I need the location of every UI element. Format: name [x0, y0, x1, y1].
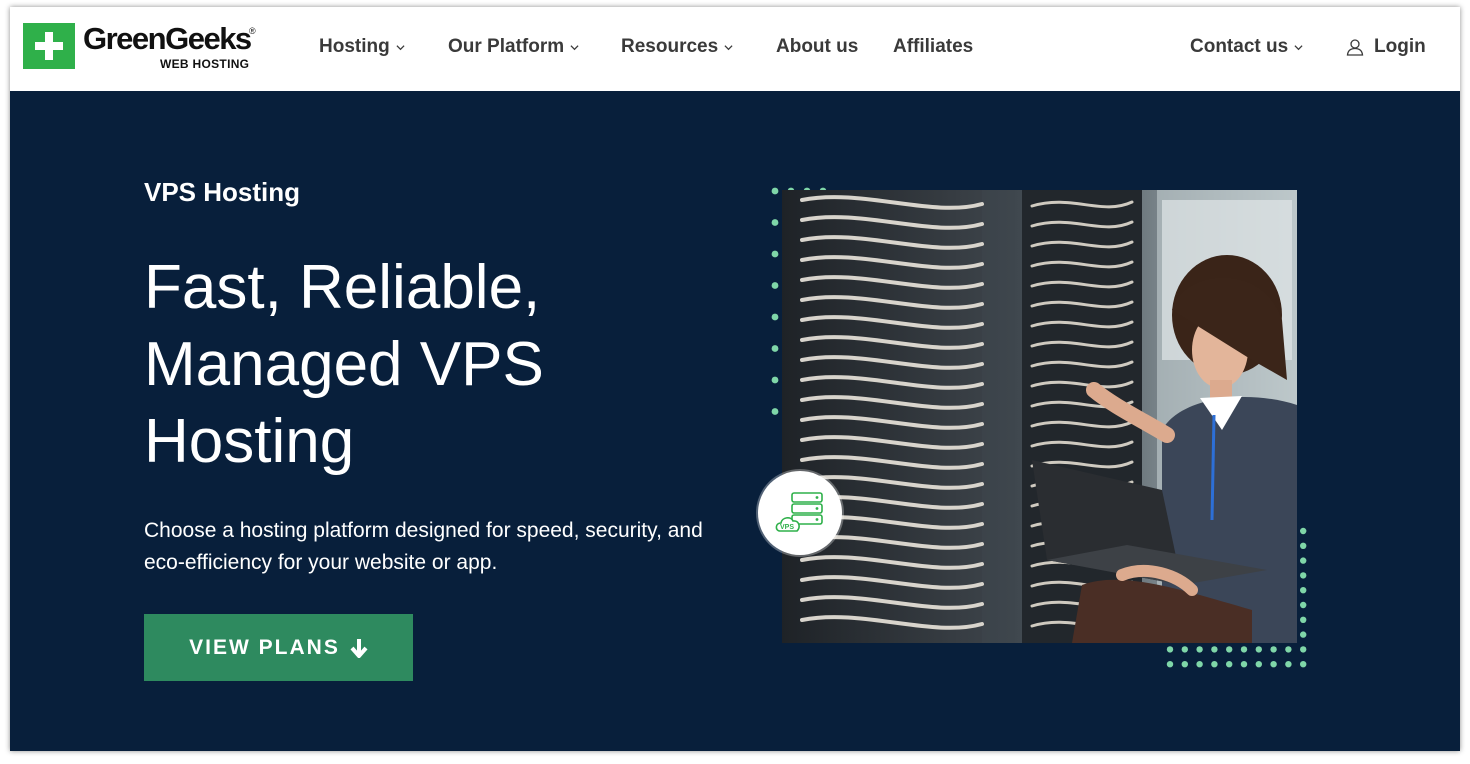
nav-resources-label: Resources: [621, 36, 719, 57]
view-plans-button[interactable]: VIEW PLANS: [144, 614, 413, 681]
nav-hosting[interactable]: Hosting: [319, 34, 405, 60]
nav-contact-label: Contact us: [1190, 36, 1289, 57]
chevron-down-icon: [396, 44, 405, 50]
nav-about-us[interactable]: About us: [776, 34, 858, 60]
vps-badge-label: VPS: [780, 524, 794, 531]
vps-badge: VPS: [758, 471, 842, 555]
chevron-down-icon: [1294, 44, 1303, 50]
nav-login[interactable]: Login: [1346, 34, 1426, 60]
nav-login-label: Login: [1374, 36, 1426, 57]
nav-about-label: About us: [776, 36, 859, 57]
nav-platform-label: Our Platform: [448, 36, 565, 57]
site-header: GreenGeeks ® WEB HOSTING Hosting Our Pla…: [10, 7, 1460, 91]
nav-our-platform[interactable]: Our Platform: [448, 34, 579, 60]
logo-registered-mark: ®: [249, 26, 256, 36]
hero-description: Choose a hosting platform designed for s…: [144, 519, 703, 574]
browser-frame: GreenGeeks ® WEB HOSTING Hosting Our Pla…: [10, 7, 1460, 751]
hero-headline: Fast, Reliable, Managed VPS Hosting: [144, 253, 544, 476]
user-icon: [1346, 39, 1364, 56]
chevron-down-icon: [724, 44, 733, 50]
nav-affiliates-label: Affiliates: [893, 36, 974, 57]
logo-tagline: WEB HOSTING: [160, 57, 250, 71]
nav-contact-us[interactable]: Contact us: [1190, 34, 1303, 60]
server-room-photo: [782, 190, 1297, 643]
vps-server-cloud-icon: VPS: [775, 492, 823, 532]
nav-resources[interactable]: Resources: [621, 34, 733, 60]
hero-eyebrow: VPS Hosting: [144, 177, 301, 207]
greengeeks-logo[interactable]: GreenGeeks ® WEB HOSTING: [23, 21, 263, 71]
hero-section: VPS Hosting Fast, Reliable, Managed VPS …: [10, 91, 1460, 751]
arrow-down-icon: [350, 638, 368, 658]
logo-wordmark: GreenGeeks: [83, 21, 252, 56]
chevron-down-icon: [570, 44, 579, 50]
view-plans-label: VIEW PLANS: [189, 635, 340, 659]
nav-affiliates[interactable]: Affiliates: [893, 34, 973, 60]
nav-hosting-label: Hosting: [319, 36, 390, 57]
logo-plus-icon: [23, 23, 75, 69]
